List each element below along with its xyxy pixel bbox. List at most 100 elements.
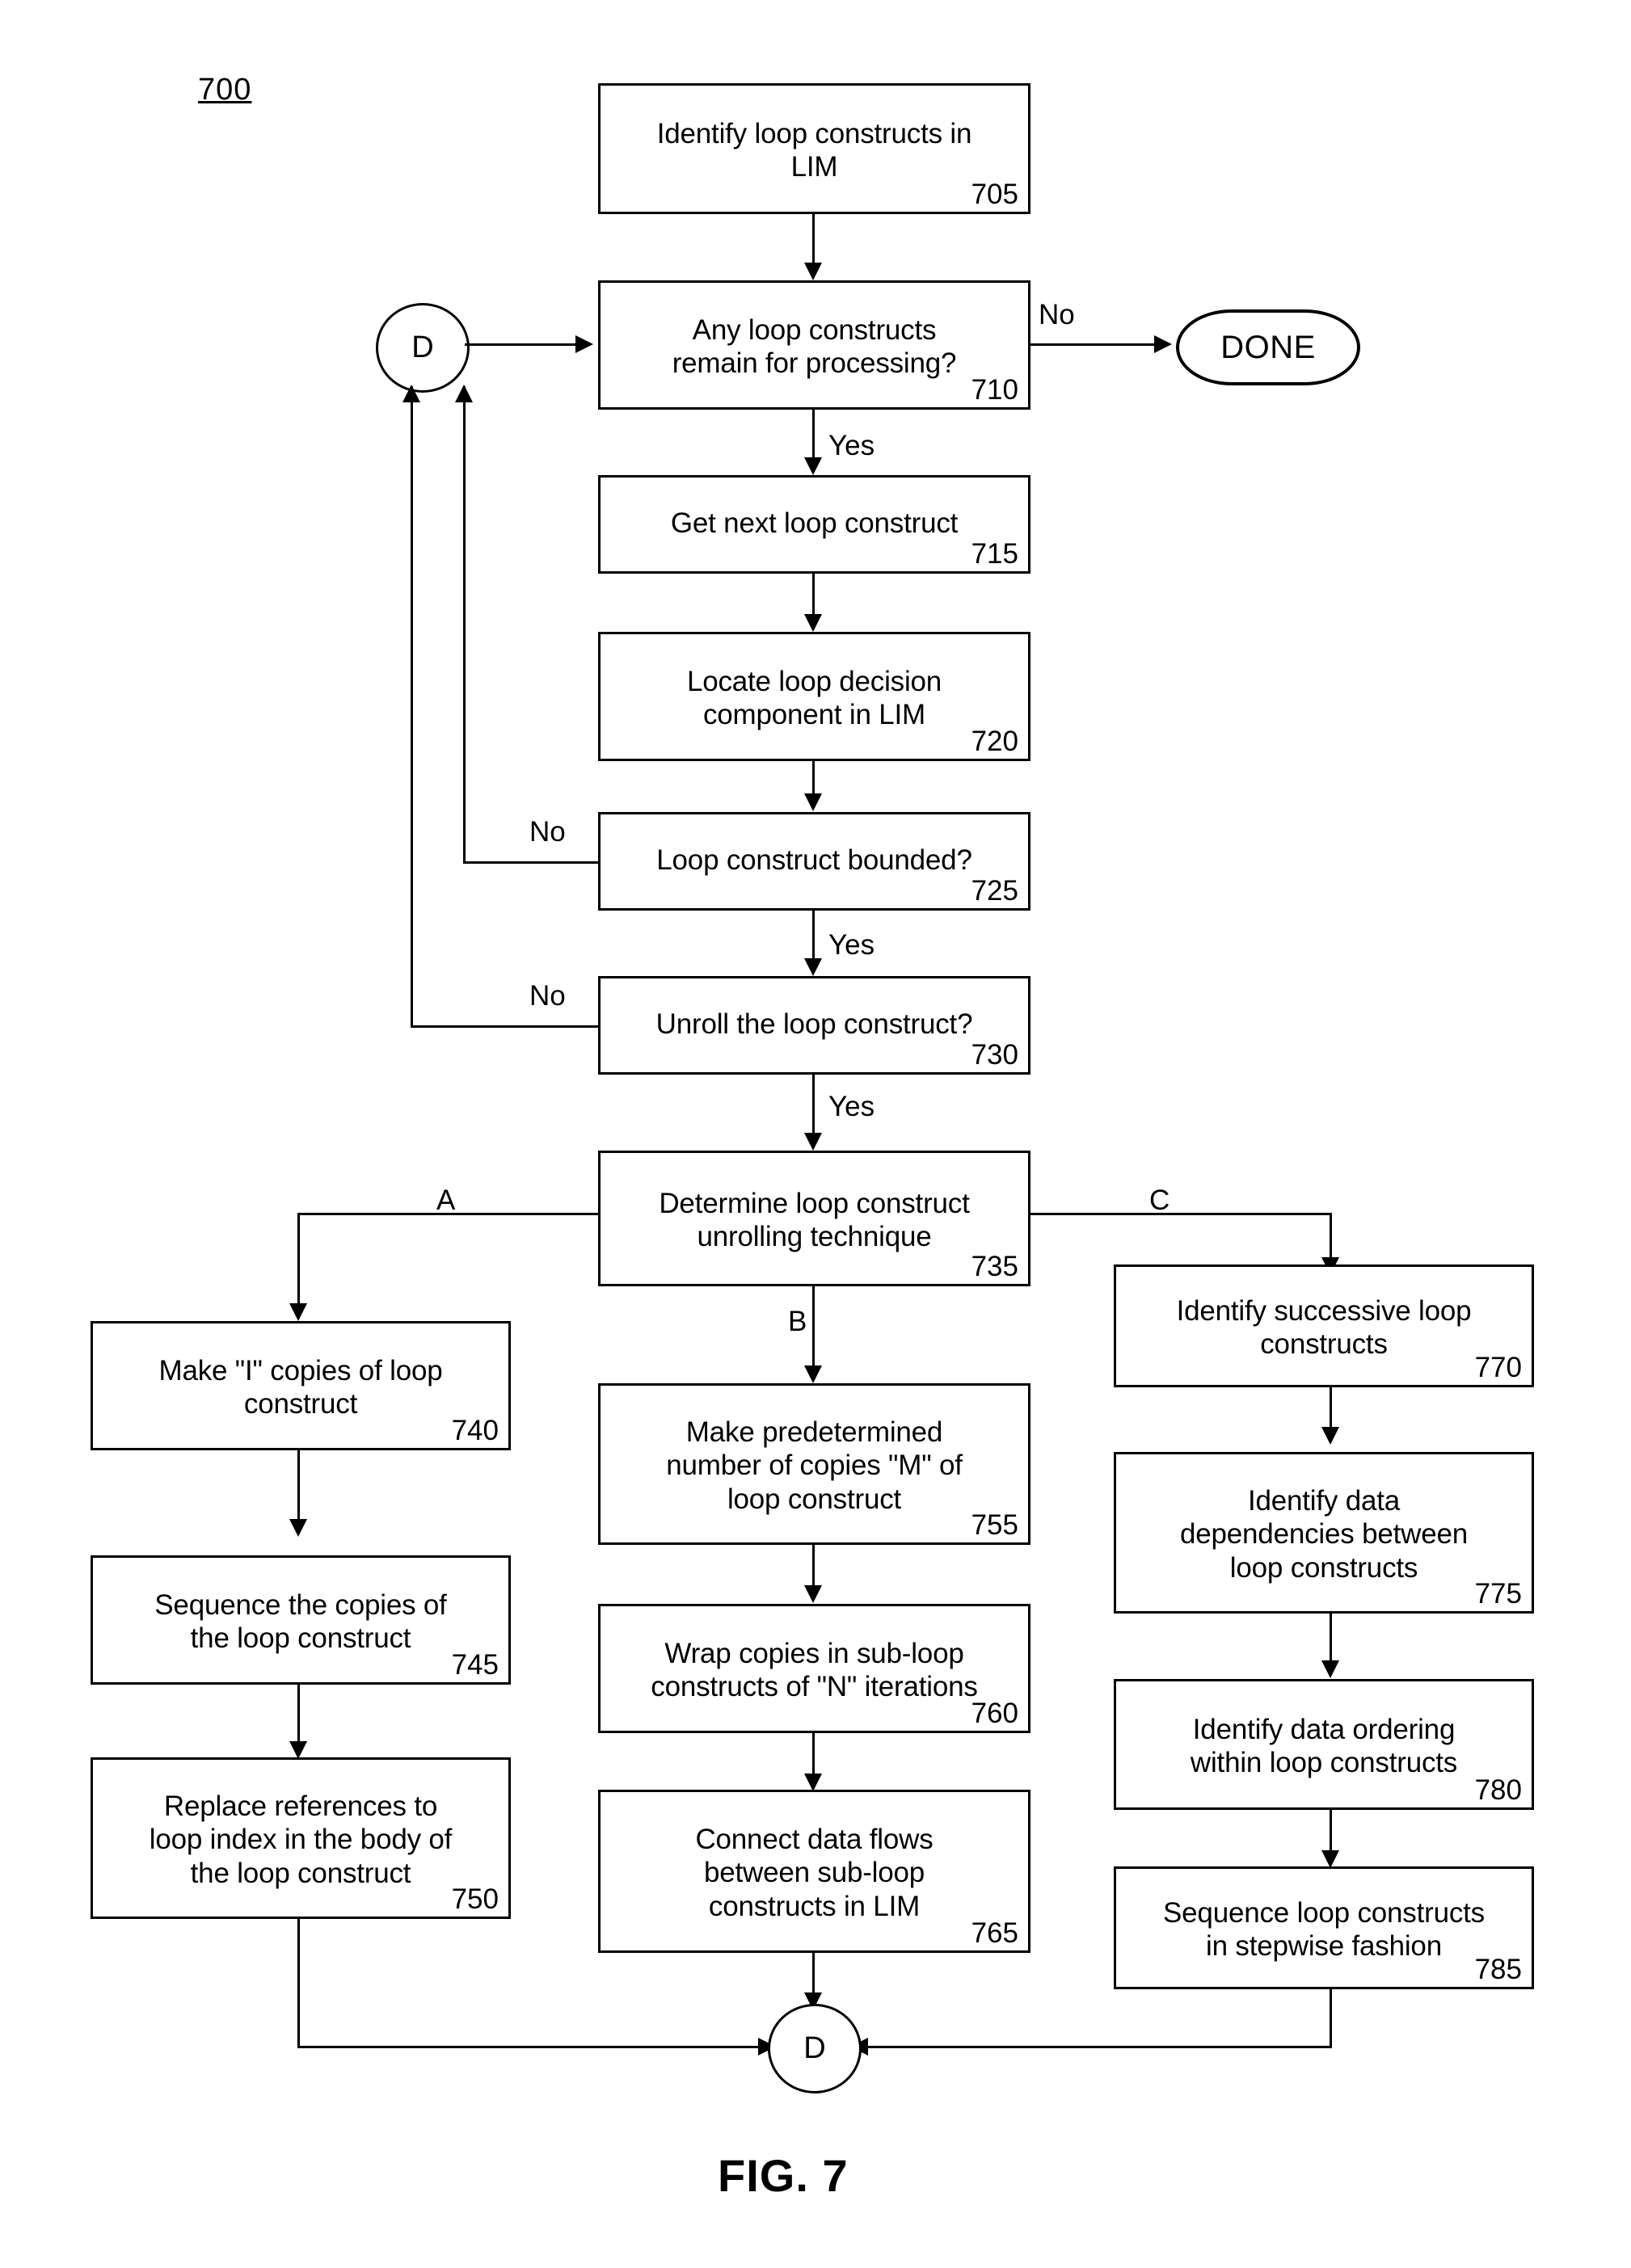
process-box-715: Get next loop construct 715 <box>598 475 1030 574</box>
decision-box-710: Any loop constructs remain for processin… <box>598 280 1030 410</box>
edge-label-no-710: No <box>1039 299 1075 330</box>
process-box-745-text: Sequence the copies of the loop construc… <box>154 1588 447 1654</box>
decision-box-730: Unroll the loop construct? 730 <box>598 976 1030 1075</box>
arrowhead-branch-a <box>289 1303 307 1321</box>
decision-box-710-number: 710 <box>971 374 1018 406</box>
process-box-755: Make predetermined number of copies "M" … <box>598 1383 1030 1545</box>
process-box-780: Identify data ordering within loop const… <box>1114 1679 1534 1810</box>
process-box-760: Wrap copies in sub-loop constructs of "N… <box>598 1604 1030 1733</box>
arrowhead-775-780 <box>1321 1660 1339 1678</box>
edge-label-yes-710: Yes <box>828 430 875 461</box>
arrowhead-740-745 <box>289 1519 307 1537</box>
decision-box-725-number: 725 <box>971 875 1018 907</box>
terminal-done: DONE <box>1176 309 1360 385</box>
arrowhead-710-715 <box>804 457 822 475</box>
process-box-715-number: 715 <box>971 538 1018 570</box>
process-box-760-text: Wrap copies in sub-loop constructs of "N… <box>651 1637 978 1702</box>
terminal-done-label: DONE <box>1220 329 1316 365</box>
process-box-760-number: 760 <box>971 1698 1018 1729</box>
arrowhead-755-760 <box>804 1585 822 1603</box>
process-box-755-number: 755 <box>971 1509 1018 1541</box>
process-box-740: Make "I" copies of loop construct 740 <box>91 1321 511 1450</box>
process-box-745: Sequence the copies of the loop construc… <box>91 1555 511 1685</box>
edge-label-yes-725: Yes <box>828 929 875 961</box>
arrowhead-745-750 <box>289 1741 307 1759</box>
process-box-720-text: Locate loop decision component in LIM <box>686 665 942 730</box>
connector-circle-d-bottom-label: D <box>803 2031 826 2065</box>
process-box-765-number: 765 <box>971 1917 1018 1949</box>
process-box-785-number: 785 <box>1474 1954 1522 1985</box>
edge-label-no-730: No <box>529 980 566 1012</box>
connector-750-d-h <box>297 2046 765 2048</box>
process-box-720-number: 720 <box>971 726 1018 757</box>
arrowhead-730-no <box>402 385 420 402</box>
process-box-750: Replace references to loop index in the … <box>91 1757 511 1919</box>
connector-750-d-v <box>297 1919 300 2048</box>
figure-reference-numeral: 700 <box>198 73 252 107</box>
arrowhead-710-done <box>1154 335 1172 353</box>
process-box-755-text: Make predetermined number of copies "M" … <box>666 1416 963 1515</box>
process-box-785: Sequence loop constructs in stepwise fas… <box>1114 1866 1534 1989</box>
process-box-750-number: 750 <box>451 1883 499 1915</box>
connector-branch-c-h <box>1030 1213 1332 1215</box>
connector-785-d-h <box>865 2046 1332 2048</box>
connector-710-done <box>1030 343 1160 346</box>
connector-740-745 <box>297 1450 300 1530</box>
connector-branch-b-v <box>812 1286 815 1375</box>
process-box-770: Identify successive loop constructs 770 <box>1114 1264 1534 1387</box>
process-box-735-number: 735 <box>971 1251 1018 1282</box>
process-box-715-text: Get next loop construct <box>670 507 959 540</box>
connector-785-d-v <box>1330 1989 1332 2047</box>
process-box-735: Determine loop construct unrolling techn… <box>598 1151 1030 1286</box>
decision-box-710-text: Any loop constructs remain for processin… <box>672 313 957 379</box>
process-box-785-text: Sequence loop constructs in stepwise fas… <box>1163 1896 1485 1962</box>
process-box-765: Connect data flows between sub-loop cons… <box>598 1790 1030 1953</box>
connector-725-no-h <box>463 861 598 864</box>
process-box-770-number: 770 <box>1474 1352 1522 1383</box>
process-box-750-text: Replace references to loop index in the … <box>149 1790 453 1889</box>
connector-circle-d-bottom: D <box>768 2004 862 2093</box>
arrowhead-705-710 <box>804 263 822 280</box>
connector-branch-a-v <box>297 1213 300 1314</box>
arrowhead-730-735 <box>804 1133 822 1151</box>
arrowhead-d-710 <box>575 335 593 353</box>
process-box-740-number: 740 <box>451 1415 499 1446</box>
arrowhead-760-765 <box>804 1774 822 1791</box>
figure-caption: FIG. 7 <box>718 2150 849 2201</box>
connector-circle-d-top: D <box>376 303 470 393</box>
edge-label-branch-c: C <box>1149 1184 1170 1216</box>
process-box-745-number: 745 <box>451 1649 499 1681</box>
connector-730-no-h <box>411 1025 598 1028</box>
decision-box-730-number: 730 <box>971 1039 1018 1071</box>
process-box-775-number: 775 <box>1474 1578 1522 1609</box>
process-box-765-text: Connect data flows between sub-loop cons… <box>695 1824 934 1922</box>
edge-label-no-725: No <box>529 816 566 848</box>
process-box-705-text: Identify loop constructs in LIM <box>656 117 972 183</box>
edge-label-branch-b: B <box>788 1306 807 1337</box>
process-box-705: Identify loop constructs in LIM 705 <box>598 83 1030 214</box>
process-box-780-number: 780 <box>1474 1774 1522 1806</box>
figure-page: 700 Identify loop constructs in LIM 705 … <box>0 0 1631 2268</box>
arrowhead-720-725 <box>804 793 822 811</box>
decision-box-725: Loop construct bounded? 725 <box>598 812 1030 911</box>
arrowhead-715-720 <box>804 614 822 632</box>
process-box-720: Locate loop decision component in LIM 72… <box>598 632 1030 761</box>
process-box-775: Identify data dependencies between loop … <box>1114 1452 1534 1614</box>
decision-box-730-text: Unroll the loop construct? <box>655 1008 973 1041</box>
connector-branch-a-h <box>297 1213 598 1215</box>
process-box-780-text: Identify data ordering within loop const… <box>1190 1713 1458 1778</box>
arrowhead-725-no <box>455 385 473 402</box>
connector-circle-d-top-label: D <box>411 330 434 364</box>
arrowhead-branch-b <box>804 1365 822 1383</box>
arrowhead-770-775 <box>1321 1427 1339 1445</box>
process-box-740-text: Make "I" copies of loop construct <box>158 1354 443 1420</box>
process-box-770-text: Identify successive loop constructs <box>1176 1294 1472 1360</box>
process-box-735-text: Determine loop construct unrolling techn… <box>659 1187 970 1252</box>
connector-725-no-v <box>463 386 466 861</box>
connector-d-710 <box>465 343 578 346</box>
process-box-705-number: 705 <box>971 179 1018 210</box>
decision-box-725-text: Loop construct bounded? <box>656 844 972 877</box>
process-box-775-text: Identify data dependencies between loop … <box>1179 1485 1468 1584</box>
arrowhead-725-730 <box>804 958 822 976</box>
arrowhead-780-785 <box>1321 1850 1339 1868</box>
